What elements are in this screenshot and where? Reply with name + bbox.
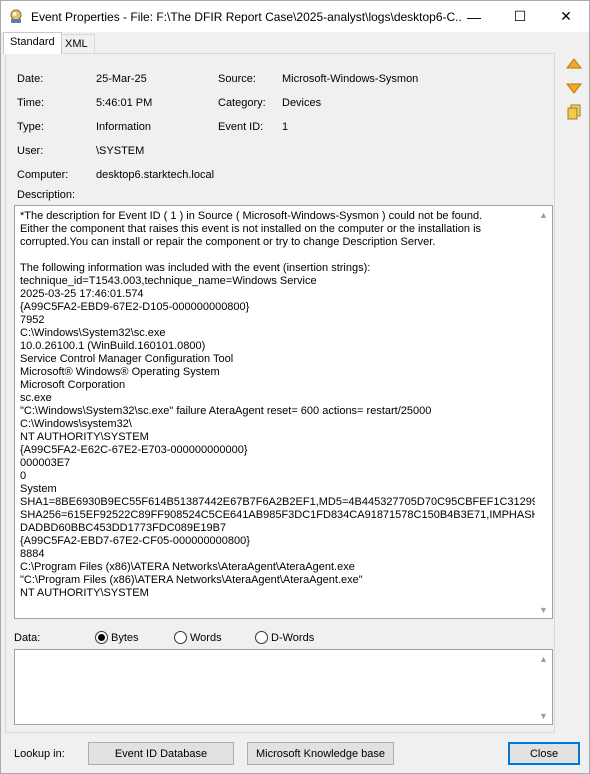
radio-words[interactable]: Words: [174, 631, 222, 644]
next-event-button[interactable]: [564, 78, 584, 98]
lookup-label: Lookup in:: [14, 748, 65, 760]
event-id-database-button[interactable]: Event ID Database: [88, 742, 234, 765]
source-label: Source:: [218, 73, 256, 85]
tab-strip: Standard XML: [1, 32, 589, 54]
scroll-down-icon[interactable]: ▼: [535, 601, 552, 618]
title-bar[interactable]: Event Properties - File: F:\The DFIR Rep…: [1, 1, 589, 32]
tab-xml[interactable]: XML: [58, 34, 95, 54]
copy-event-button[interactable]: [564, 102, 584, 122]
scroll-up-icon[interactable]: ▲: [535, 206, 552, 223]
event-viewer-icon: [10, 9, 22, 23]
type-label: Type:: [17, 121, 44, 133]
date-value: 25-Mar-25: [96, 73, 147, 85]
tab-standard[interactable]: Standard: [3, 32, 62, 54]
time-value: 5:46:01 PM: [96, 97, 153, 109]
data-scrollbar[interactable]: ▲ ▼: [535, 650, 552, 724]
arrow-up-icon: [566, 58, 582, 69]
radio-bytes-label: Bytes: [111, 631, 139, 644]
radio-dwords-label: D-Words: [271, 631, 315, 644]
event-id-value: 1: [282, 121, 289, 133]
window-title: Event Properties - File: F:\The DFIR Rep…: [31, 10, 461, 24]
close-button[interactable]: Close: [508, 742, 580, 765]
description-text[interactable]: *The description for Event ID ( 1 ) in S…: [20, 210, 552, 600]
time-label: Time:: [17, 97, 45, 109]
user-label: User:: [17, 145, 44, 157]
arrow-down-icon: [566, 83, 582, 94]
category-value: Devices: [282, 97, 322, 109]
data-scroll-down-icon[interactable]: ▼: [535, 707, 552, 724]
maximize-button[interactable]: ☐: [497, 1, 543, 32]
event-properties-window: Event Properties - File: F:\The DFIR Rep…: [0, 0, 590, 774]
knowledge-base-button[interactable]: Microsoft Knowledge base: [247, 742, 394, 765]
minimize-button[interactable]: —: [451, 1, 497, 32]
event-id-label: Event ID:: [218, 121, 264, 133]
radio-selected-dot: [98, 634, 105, 641]
radio-dwords[interactable]: D-Words: [255, 631, 314, 644]
source-value: Microsoft-Windows-Sysmon: [282, 73, 419, 85]
previous-event-button[interactable]: [564, 54, 584, 74]
type-value: Information: [96, 121, 152, 133]
description-scrollbar[interactable]: ▲ ▼: [535, 206, 552, 618]
category-label: Category:: [218, 97, 266, 109]
radio-words-label: Words: [190, 631, 222, 644]
copy-icon: [567, 104, 581, 120]
description-textbox[interactable]: *The description for Event ID ( 1 ) in S…: [14, 205, 553, 619]
close-window-button[interactable]: ✕: [543, 1, 589, 32]
data-label: Data:: [14, 632, 41, 644]
date-label: Date:: [17, 73, 44, 85]
description-label: Description:: [17, 189, 76, 201]
computer-label: Computer:: [17, 169, 69, 181]
user-value: \SYSTEM: [96, 145, 145, 157]
data-scroll-up-icon[interactable]: ▲: [535, 650, 552, 667]
data-textbox[interactable]: ▲ ▼: [14, 649, 553, 725]
computer-value: desktop6.starktech.local: [96, 169, 215, 181]
radio-bytes[interactable]: Bytes: [95, 631, 139, 644]
